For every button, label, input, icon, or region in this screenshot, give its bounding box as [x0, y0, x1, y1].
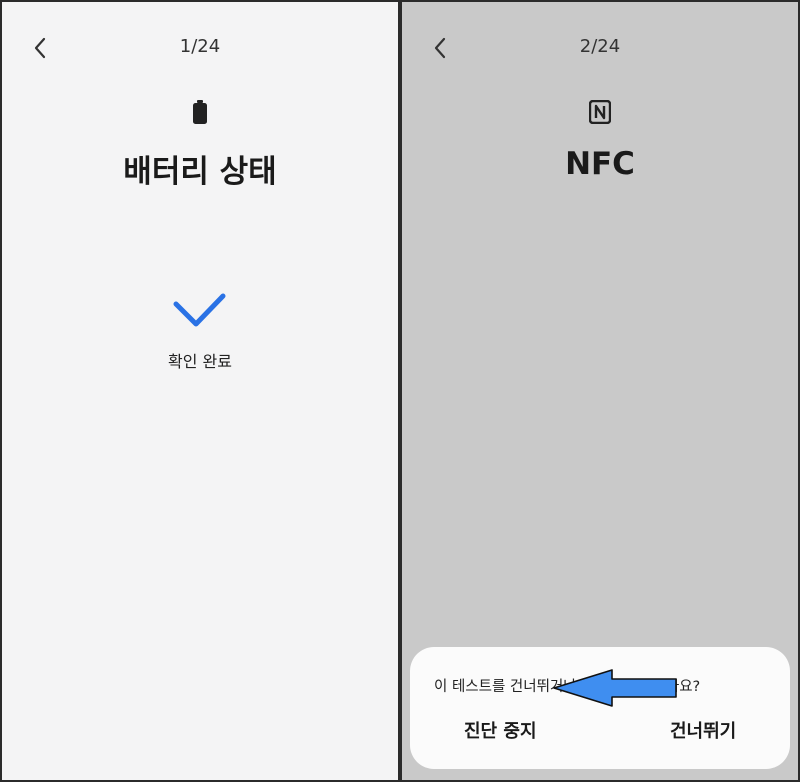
test-title: 배터리 상태 — [123, 154, 277, 190]
diagnostic-screen-nfc: 2/24 NFC 이 테스트를 건너뛰거나 진단을 중지할까요? 진단 중지 건… — [402, 2, 798, 780]
test-title: NFC — [565, 146, 635, 182]
step-counter: 2/24 — [579, 36, 621, 57]
nfc-icon — [589, 100, 611, 128]
battery-icon — [189, 100, 211, 128]
step-counter: 1/24 — [179, 36, 221, 57]
diagnostic-screen-battery: 1/24 배터리 상태 확인 완료 — [2, 2, 398, 780]
check-icon — [170, 288, 230, 332]
dialog-message: 이 테스트를 건너뛰거나 진단을 중지할까요? — [434, 679, 701, 695]
skip-or-stop-dialog: 이 테스트를 건너뛰거나 진단을 중지할까요? 진단 중지 건너뛰기 — [410, 647, 790, 769]
result-label: 확인 완료 — [168, 352, 232, 371]
skip-button[interactable]: 건너뛰기 — [670, 717, 736, 743]
stop-diagnosis-button[interactable]: 진단 중지 — [464, 717, 537, 743]
